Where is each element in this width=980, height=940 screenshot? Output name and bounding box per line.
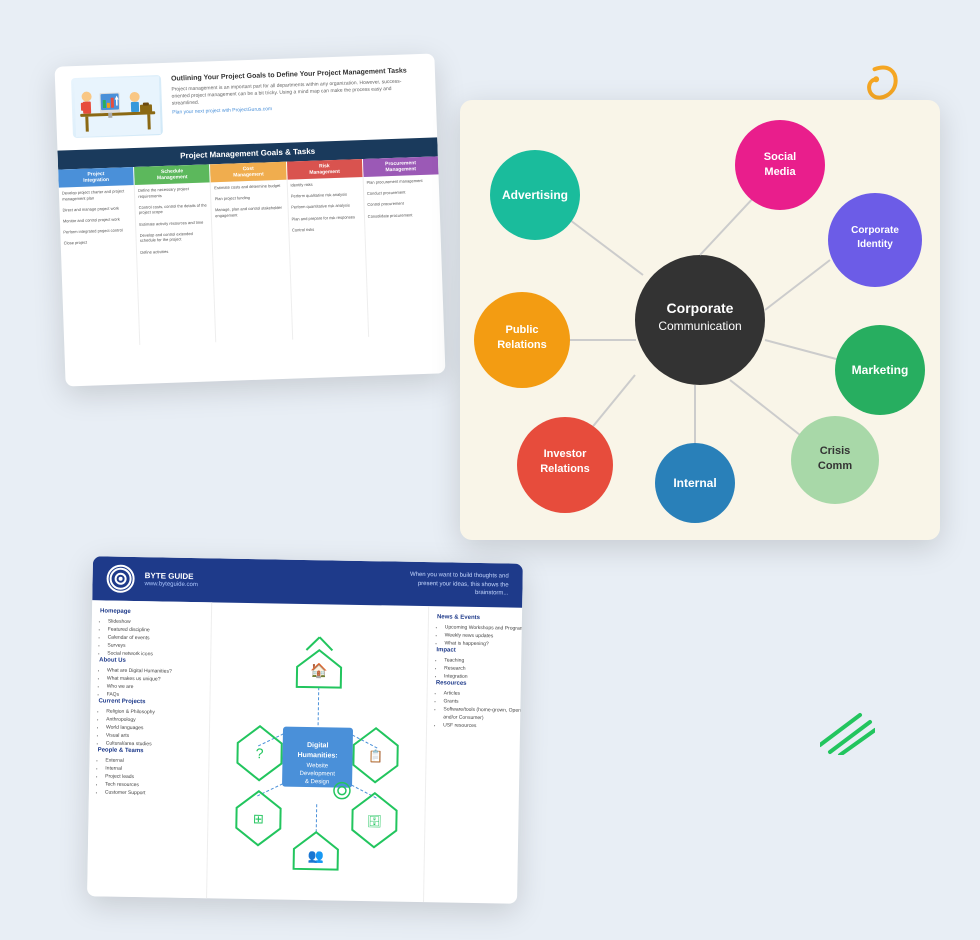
svg-text:👥: 👥 (308, 848, 324, 863)
svg-text:& Design: & Design (305, 779, 329, 785)
homepage-title: Homepage (100, 608, 203, 616)
svg-text:Crisis: Crisis (820, 445, 851, 457)
pm-table-body: Develop project charter and project mana… (59, 174, 444, 347)
list-item: Software/tools (home-grown, Open-source … (443, 705, 523, 723)
pm-cost-tasks: Estimate costs and determine budget Plan… (211, 180, 293, 343)
svg-text:Relations: Relations (497, 339, 547, 351)
svg-text:Comm: Comm (818, 460, 852, 472)
about-title: About Us (99, 657, 202, 665)
svg-text:Internal: Internal (673, 476, 716, 490)
svg-text:⊞: ⊞ (253, 811, 264, 826)
byteguide-header: BYTE GUIDE www.byteguide.com When you wa… (92, 556, 523, 607)
homepage-list: Slideshow Featured discipline Calendar o… (99, 617, 203, 659)
impact-section: Impact Teaching Research Integration (436, 647, 523, 682)
svg-text:?: ? (256, 745, 264, 761)
pm-illustration (71, 75, 163, 138)
svg-text:Corporate: Corporate (667, 300, 734, 316)
byteguide-brand: BYTE GUIDE www.byteguide.com (144, 571, 198, 588)
svg-text:Relations: Relations (540, 463, 590, 475)
svg-text:Development: Development (300, 771, 336, 778)
news-events-list: Upcoming Workshops and Programs Weekly n… (436, 623, 522, 649)
about-list: What are Digital Humanities? What makes … (99, 666, 203, 700)
byteguide-url: www.byteguide.com (144, 581, 197, 588)
current-projects-section: Current Projects Religion & Philosophy A… (98, 698, 202, 749)
current-projects-title: Current Projects (98, 698, 201, 706)
byteguide-card: BYTE GUIDE www.byteguide.com When you wa… (87, 556, 523, 903)
project-management-card: Outlining Your Project Goals to Define Y… (55, 53, 446, 386)
svg-text:Digital: Digital (307, 742, 329, 749)
byteguide-right-sidebar: News & Events Upcoming Workshops and Pro… (423, 606, 523, 904)
pm-schedule-tasks: Define the necessary project requirement… (135, 182, 217, 345)
byteguide-body: Homepage Slideshow Featured discipline C… (87, 600, 522, 903)
byteguide-logo (106, 565, 134, 593)
byteguide-center-diagram: 🏠 ? 📋 Digital Humanities: Website Develo… (207, 602, 428, 902)
mindmap-svg: Corporate Communication Social Media Cor… (460, 100, 940, 540)
people-teams-section: People & Teams External Internal Project… (97, 747, 201, 798)
svg-text:🗄: 🗄 (367, 814, 382, 828)
svg-text:Investor: Investor (544, 448, 588, 460)
svg-text:Advertising: Advertising (502, 188, 568, 202)
svg-text:Social: Social (764, 151, 796, 163)
svg-text:Media: Media (764, 166, 796, 178)
svg-text:Marketing: Marketing (852, 363, 909, 377)
svg-text:Identity: Identity (857, 239, 893, 250)
mindmap-container: Corporate Communication Social Media Cor… (460, 100, 940, 540)
svg-text:📋: 📋 (368, 749, 383, 763)
resources-title: Resources (436, 680, 523, 688)
pm-risk-tasks: Identify risks Perform qualitative risk … (287, 177, 369, 340)
resources-section: Resources Articles Grants Software/tools… (435, 680, 523, 731)
list-item: USF resources (443, 721, 523, 731)
svg-text:Website: Website (307, 763, 329, 769)
resources-list: Articles Grants Software/tools (home-gro… (435, 689, 523, 731)
byteguide-tagline: When you want to build thoughts and pres… (388, 571, 508, 598)
pm-integration-tasks: Develop project charter and project mana… (59, 185, 141, 348)
news-events-section: News & Events Upcoming Workshops and Pro… (436, 614, 522, 649)
corporate-communication-mindmap: Corporate Communication Social Media Cor… (460, 100, 940, 540)
byteguide-left-sidebar: Homepage Slideshow Featured discipline C… (87, 600, 212, 898)
pm-procurement-tasks: Plan procurement management Conduct proc… (363, 174, 444, 337)
list-item: Customer Support (105, 789, 200, 799)
svg-text:Communication: Communication (658, 319, 741, 333)
svg-text:Corporate: Corporate (851, 225, 899, 236)
people-teams-list: External Internal Project leads Tech res… (97, 756, 201, 798)
hex-diagram-svg: 🏠 ? 📋 Digital Humanities: Website Develo… (216, 630, 420, 873)
pm-title-area: Outlining Your Project Goals to Define Y… (171, 66, 420, 117)
svg-text:Public: Public (505, 324, 538, 336)
impact-list: Teaching Research Integration (436, 656, 523, 682)
about-section: About Us What are Digital Humanities? Wh… (99, 657, 203, 700)
news-events-title: News & Events (437, 614, 523, 622)
people-teams-title: People & Teams (98, 747, 201, 755)
current-projects-list: Religion & Philosophy Anthropology World… (98, 707, 202, 749)
pm-card-header: Outlining Your Project Goals to Define Y… (55, 53, 438, 150)
svg-text:Humanities:: Humanities: (297, 752, 337, 760)
impact-title: Impact (436, 647, 523, 655)
svg-text:🏠: 🏠 (310, 662, 328, 679)
green-lines-decoration (820, 710, 875, 760)
homepage-section: Homepage Slideshow Featured discipline C… (99, 608, 203, 659)
